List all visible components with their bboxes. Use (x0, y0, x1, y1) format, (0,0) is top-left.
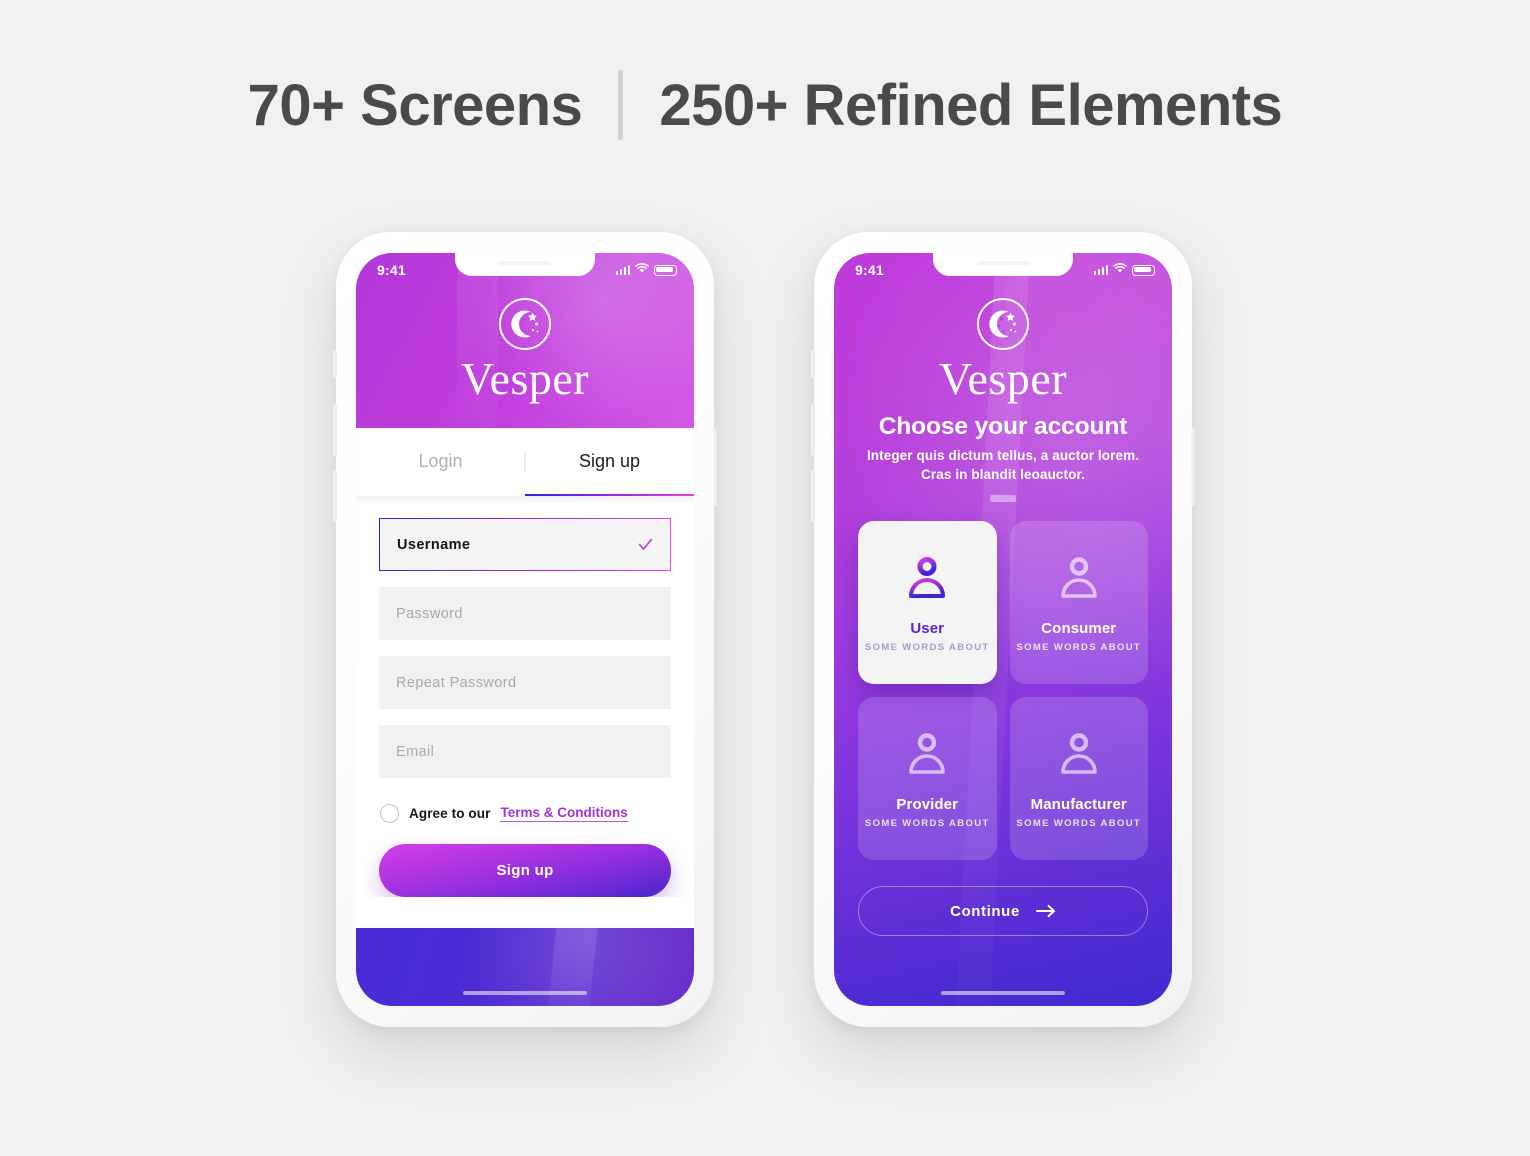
phone-mockup-account-type: 9:41 Vesper Choose your account Integer … (811, 232, 1195, 1027)
account-card-title: Consumer (1041, 620, 1117, 638)
password-input-placeholder: Password (396, 605, 463, 622)
phone1-earpiece-speaker (499, 261, 551, 265)
phone1-volume-up-button[interactable] (333, 404, 337, 456)
phone1-volume-down-button[interactable] (333, 470, 337, 522)
carousel-indicator[interactable] (990, 495, 1016, 503)
person-icon (905, 732, 949, 783)
phone2-brand-block: Vesper (834, 298, 1172, 402)
brand-wordmark: Vesper (460, 353, 590, 404)
check-icon (638, 537, 653, 552)
phone1-footer-gradient (356, 928, 694, 1006)
home-indicator[interactable] (463, 990, 587, 995)
phone2-content: Vesper Choose your account Integer quis … (834, 253, 1172, 937)
tab-login[interactable]: Login (356, 451, 525, 474)
account-type-grid: User SOME WORDS ABOUT Consumer SOME WORD… (834, 502, 1172, 861)
tab-bar-shadow (356, 496, 694, 505)
account-card-manufacturer[interactable]: Manufacturer SOME WORDS ABOUT (1009, 697, 1148, 861)
phone1-screen: 9:41 Vesper Login Sign up Username Passw… (356, 253, 694, 1006)
phone2-mute-switch[interactable] (811, 350, 815, 378)
username-input[interactable]: Username (379, 518, 671, 571)
wifi-icon (1113, 261, 1127, 279)
headline-banner: 70+ Screens 250+ Refined Elements (0, 70, 1530, 140)
account-card-title: Manufacturer (1030, 796, 1127, 814)
continue-button[interactable]: Continue (858, 886, 1148, 937)
signup-button[interactable]: Sign up (379, 844, 671, 897)
headline-divider (618, 70, 624, 140)
account-card-subtitle: SOME WORDS ABOUT (1016, 818, 1142, 830)
phone2-power-button[interactable] (1191, 428, 1195, 506)
page-subtitle-line1: Integer quis dictum tellus, a auctor lor… (866, 448, 1140, 463)
account-card-user[interactable]: User SOME WORDS ABOUT (858, 521, 997, 685)
battery-icon (1132, 264, 1155, 276)
status-time: 9:41 (377, 262, 406, 278)
repeat-password-input[interactable]: Repeat Password (379, 656, 671, 709)
account-card-provider[interactable]: Provider SOME WORDS ABOUT (858, 697, 997, 861)
phone2-screen: 9:41 Vesper Choose your account Integer … (834, 253, 1172, 1006)
moon-stars-logo-icon (499, 298, 551, 350)
phone2-volume-down-button[interactable] (811, 470, 815, 522)
tab-signup[interactable]: Sign up (525, 451, 694, 474)
signal-icon (1093, 265, 1108, 275)
phone2-notch (933, 253, 1073, 276)
status-icon-group (615, 261, 677, 279)
account-card-subtitle: SOME WORDS ABOUT (864, 818, 990, 830)
email-input-placeholder: Email (396, 743, 435, 760)
person-icon (905, 556, 949, 607)
page-subtitle-line2: Cras in blandit leoauctor. (921, 467, 1085, 483)
headline-right-text: 250+ Refined Elements (659, 72, 1283, 138)
password-input[interactable]: Password (379, 587, 671, 640)
signal-icon (615, 265, 630, 275)
terms-checkbox[interactable] (380, 804, 399, 823)
phone1-mute-switch[interactable] (333, 350, 337, 378)
phone2-volume-up-button[interactable] (811, 404, 815, 456)
account-card-title: Provider (896, 796, 959, 814)
page-subtitle: Integer quis dictum tellus, a auctor lor… (834, 446, 1172, 484)
terms-agreement-row: Agree to our Terms & Conditions (379, 794, 671, 823)
person-icon (1057, 556, 1101, 607)
account-card-title: User (910, 620, 945, 638)
terms-and-conditions-link[interactable]: Terms & Conditions (500, 805, 628, 822)
phone1-brand-block: Vesper (356, 298, 694, 402)
status-icon-group (1093, 261, 1155, 279)
username-input-value: Username (397, 536, 471, 553)
auth-tab-bar: Login Sign up (356, 428, 694, 496)
phone1-notch (455, 253, 595, 276)
phone2-earpiece-speaker (977, 261, 1029, 265)
arrow-right-icon (1035, 904, 1056, 918)
terms-prefix-label: Agree to our (409, 806, 491, 821)
home-indicator[interactable] (941, 990, 1065, 995)
tab-active-underline (525, 493, 694, 496)
phone-mockup-signup: 9:41 Vesper Login Sign up Username Passw… (333, 232, 717, 1027)
account-card-subtitle: SOME WORDS ABOUT (1016, 642, 1142, 654)
phone1-power-button[interactable] (713, 428, 717, 506)
repeat-password-input-placeholder: Repeat Password (396, 674, 517, 691)
signup-form: Username Password Repeat Password Email … (356, 505, 694, 897)
brand-wordmark: Vesper (938, 353, 1068, 404)
headline-left-text: 70+ Screens (247, 72, 583, 138)
page-title: Choose your account (878, 413, 1128, 440)
person-icon (1057, 732, 1101, 783)
status-time: 9:41 (855, 262, 884, 278)
account-card-subtitle: SOME WORDS ABOUT (864, 642, 990, 654)
battery-icon (654, 264, 677, 276)
wifi-icon (635, 261, 649, 279)
account-card-consumer[interactable]: Consumer SOME WORDS ABOUT (1009, 521, 1148, 685)
continue-button-label: Continue (950, 902, 1020, 920)
moon-stars-logo-icon (977, 298, 1029, 350)
email-input[interactable]: Email (379, 725, 671, 778)
